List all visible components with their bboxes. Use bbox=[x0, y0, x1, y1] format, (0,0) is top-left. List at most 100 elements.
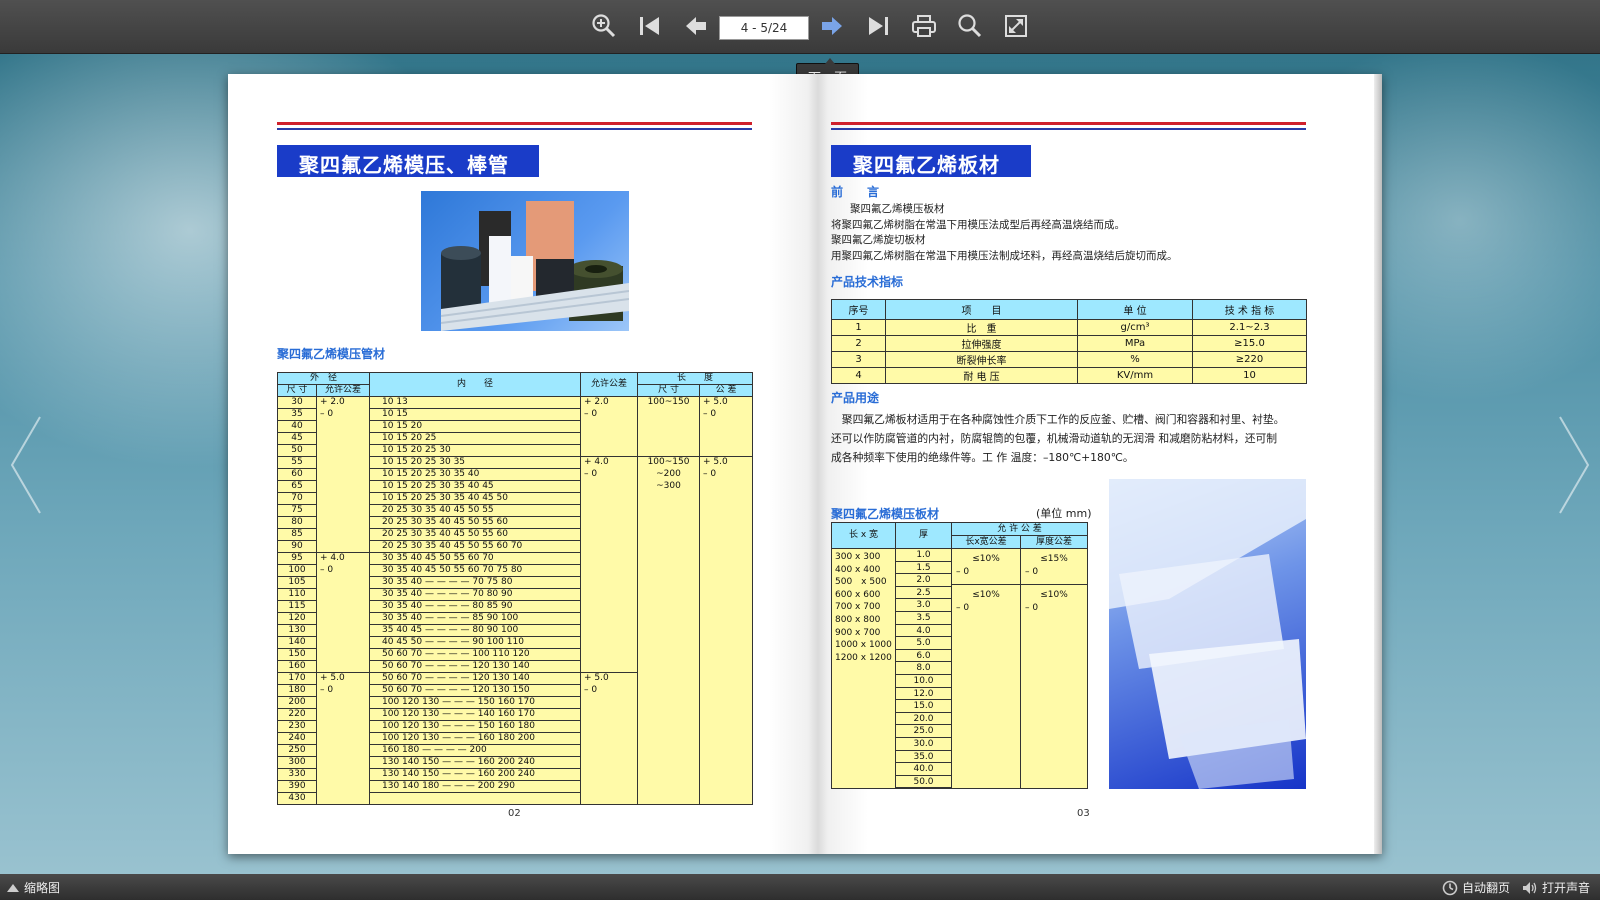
length-tolerance-cell bbox=[699, 696, 754, 709]
sound-label: 打开声音 bbox=[1542, 881, 1591, 895]
use-line: 成各种频率下使用的绝缘件等。工 作 温度：–180℃+180℃。 bbox=[831, 451, 1134, 464]
next-page-arrow-icon[interactable] bbox=[1552, 415, 1592, 515]
length-tolerance-cell bbox=[699, 792, 754, 805]
spec-cell: 4 bbox=[831, 367, 886, 384]
inner-diameter-cell: 10 15 20 25 bbox=[369, 432, 582, 445]
inner-diameter-cell: 50 60 70 — — — — 120 130 150 bbox=[369, 684, 582, 697]
length-tolerance-cell: + 5.0 bbox=[699, 396, 754, 409]
sheet-thickness: 2.5 bbox=[896, 587, 951, 600]
search-icon[interactable] bbox=[955, 11, 985, 41]
allow-tolerance-cell: + 2.0 bbox=[580, 396, 639, 409]
length-size-cell bbox=[637, 780, 701, 793]
sheet-thickness: 35.0 bbox=[896, 751, 951, 764]
sheet-size: 1200 x 1200 bbox=[835, 652, 892, 663]
spec-cell: g/cm³ bbox=[1077, 319, 1193, 336]
table-row: 300 130 140 150 — — — 160 200 240 bbox=[277, 756, 754, 769]
length-size-cell bbox=[637, 708, 701, 721]
ptfe-sheets-photo bbox=[1109, 479, 1306, 789]
sheet-thickness: 25.0 bbox=[896, 725, 951, 738]
od-tolerance-cell bbox=[315, 468, 371, 481]
preface-line: 用聚四氟乙烯树脂在常温下用模压法制成坯料，再经高温烧结后旋切而成。 bbox=[831, 249, 1178, 262]
sheet-thickness: 8.0 bbox=[896, 662, 951, 675]
col-outer-diameter: 外 径 bbox=[276, 372, 371, 385]
spec-cell: KV/mm bbox=[1077, 367, 1193, 384]
od-tolerance-cell bbox=[315, 756, 371, 769]
length-size-cell bbox=[637, 504, 701, 517]
sound-button[interactable]: 打开声音 bbox=[1522, 879, 1590, 896]
length-tolerance-cell bbox=[699, 684, 754, 697]
od-size-cell: 220 bbox=[277, 708, 317, 721]
od-size-cell: 130 bbox=[277, 624, 317, 637]
inner-diameter-cell: 30 35 40 — — — — 85 90 100 bbox=[369, 612, 582, 625]
next-page-icon[interactable] bbox=[817, 11, 847, 41]
table-row: 430 bbox=[277, 792, 754, 805]
allow-tolerance-cell bbox=[580, 624, 639, 637]
length-tolerance-cell bbox=[699, 768, 754, 781]
col-length-tolerance: 公 差 bbox=[699, 384, 754, 397]
allow-tolerance-cell bbox=[580, 612, 639, 625]
thickness-tolerance-cell: ≤15% – 0 ≤10% – 0 bbox=[1020, 547, 1088, 790]
od-size-cell: 390 bbox=[277, 780, 317, 793]
preface-line: 将聚四氟乙烯树脂在常温下用模压法成型后再经高温烧结而成。 bbox=[831, 218, 1125, 231]
od-size-cell: 80 bbox=[277, 516, 317, 529]
inner-diameter-cell: 50 60 70 — — — — 100 110 120 bbox=[369, 648, 582, 661]
length-tolerance-cell bbox=[699, 732, 754, 745]
prev-page-arrow-icon[interactable] bbox=[8, 415, 48, 515]
page-indicator-input[interactable] bbox=[719, 16, 809, 40]
spec-cell: MPa bbox=[1077, 335, 1193, 352]
od-tolerance-cell bbox=[315, 612, 371, 625]
spec-table: 序号 项 目 单 位 技 术 指 标 1比 重 g/cm³ 2.1~2.3 2 拉伸强度… bbox=[831, 299, 1307, 384]
table-row: 390 130 140 180 — — — 200 290 bbox=[277, 780, 754, 793]
allow-tolerance-cell bbox=[580, 432, 639, 445]
sheet-thickness: 3.0 bbox=[896, 599, 951, 612]
fullscreen-icon[interactable] bbox=[1001, 11, 1031, 41]
auto-flip-button[interactable]: 自动翻页 bbox=[1442, 879, 1510, 896]
print-icon[interactable] bbox=[909, 11, 939, 41]
allow-tolerance-cell bbox=[580, 588, 639, 601]
od-tolerance-cell bbox=[315, 768, 371, 781]
first-page-icon[interactable] bbox=[635, 11, 665, 41]
left-header-rule bbox=[277, 122, 752, 130]
length-tolerance-cell bbox=[699, 648, 754, 661]
od-tolerance-cell: – 0 bbox=[315, 408, 371, 421]
table-row: 115 30 35 40 — — — — 80 85 90 bbox=[277, 600, 754, 613]
spec-cell: 断裂伸长率 bbox=[885, 351, 1078, 368]
preface-line: 聚四氟乙烯旋切板材 bbox=[831, 234, 926, 246]
allow-tolerance-cell bbox=[580, 696, 639, 709]
od-size-cell: 230 bbox=[277, 720, 317, 733]
inner-diameter-cell bbox=[369, 792, 582, 805]
table-row: 120 30 35 40 — — — — 85 90 100 bbox=[277, 612, 754, 625]
allow-tolerance-cell bbox=[580, 600, 639, 613]
allow-tolerance-cell bbox=[580, 732, 639, 745]
col-allow-tolerance: 允许公差 bbox=[580, 372, 639, 397]
spec-table-body: 1比 重 g/cm³ 2.1~2.3 2 拉伸强度 MPa ≥15.0 3 断裂伸长率% ≥220… bbox=[831, 319, 1307, 384]
sheet-size: 800 x 800 bbox=[835, 614, 881, 625]
lw-tolerance-cell: ≤10% – 0 ≤10% – 0 bbox=[951, 547, 1021, 790]
od-tolerance-cell bbox=[315, 708, 371, 721]
length-size-cell bbox=[637, 492, 701, 505]
spec-cell: ≥220 bbox=[1192, 351, 1307, 368]
allow-tolerance-cell bbox=[580, 576, 639, 589]
length-tolerance-cell bbox=[699, 492, 754, 505]
length-size-cell bbox=[637, 624, 701, 637]
sheet-size: 300 x 300 bbox=[835, 552, 881, 562]
last-page-icon[interactable] bbox=[863, 11, 893, 41]
prev-page-icon[interactable] bbox=[681, 11, 711, 41]
od-tolerance-cell bbox=[315, 420, 371, 433]
use-text: 聚四氟乙烯板材适用于在各种腐蚀性介质下工作的反应釜、贮槽、阀门和容器和衬里、衬垫… bbox=[831, 410, 1284, 467]
molded-tube-table: 外 径内 径允许公差长 度 尺 寸允许公差尺 寸公 差 30 + 2.0 10 13… bbox=[276, 372, 754, 805]
sheet-thickness: 1.0 bbox=[896, 550, 951, 562]
sheet-unit: (单位 mm) bbox=[1036, 507, 1092, 520]
use-line: 聚四氟乙烯板材适用于在各种腐蚀性介质下工作的反应釜、贮槽、阀门和容器和衬里、衬垫… bbox=[831, 413, 1285, 426]
thumbnails-button[interactable]: 缩略图 bbox=[6, 879, 60, 896]
od-size-cell: 430 bbox=[277, 792, 317, 805]
table-row: 170 + 5.0 50 60 70 — — — — 120 130 140 + 5.… bbox=[277, 672, 754, 685]
inner-diameter-cell: 30 35 40 45 50 55 60 70 bbox=[369, 552, 582, 565]
table-row: 220 100 120 130 — — — 140 160 170 bbox=[277, 708, 754, 721]
book-spread[interactable]: 聚四氟乙烯模压、棒管 聚四氟乙烯模压管材 外 径内 径允许公差长 度 尺 寸允许… bbox=[228, 74, 1382, 854]
od-tolerance-cell bbox=[315, 600, 371, 613]
od-size-cell: 110 bbox=[277, 588, 317, 601]
zoom-in-icon[interactable] bbox=[589, 11, 619, 41]
spec-cell: 拉伸强度 bbox=[885, 335, 1078, 352]
length-size-cell bbox=[637, 516, 701, 529]
